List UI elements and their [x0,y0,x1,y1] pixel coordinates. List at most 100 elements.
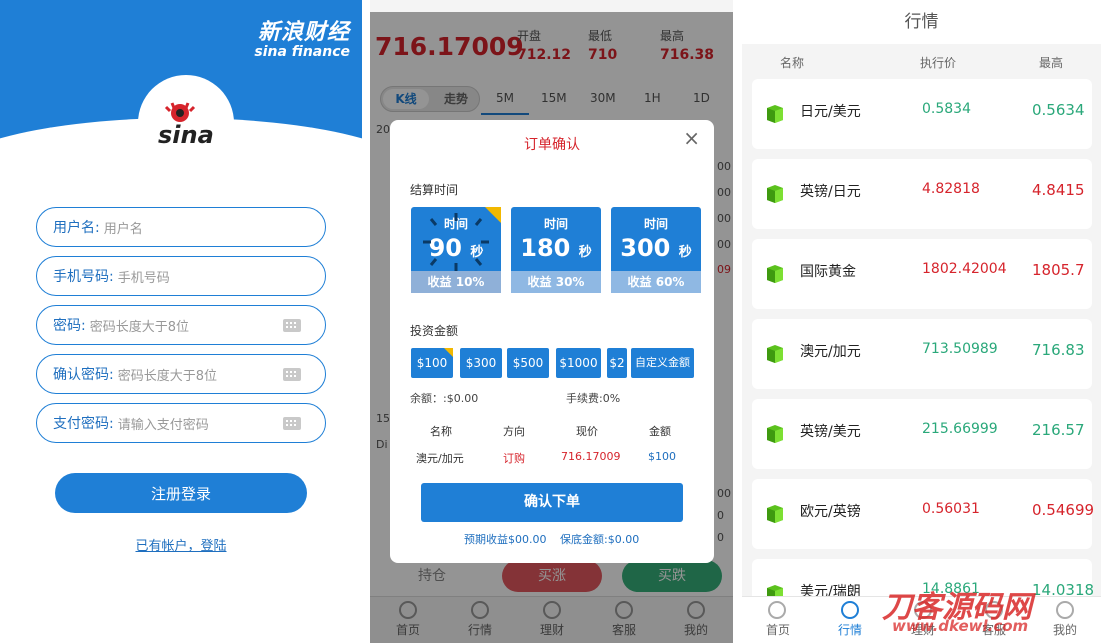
sina-logo-text: sina [158,121,214,149]
instrument-name: 英镑/美元 [800,424,861,440]
market-row[interactable]: 英镑/美元 215.66999 216.57 [752,399,1092,469]
exec-price: 0.5834 [922,101,971,117]
password-field[interactable]: 密码: 密码长度大于8位 [36,305,326,345]
fee-text: 手续费:0% [566,392,621,405]
register-button[interactable]: 注册登录 [55,473,307,513]
screenshot-root: 新浪财经 sina finance sina 用户名: 用户名 手机号码: 手机… [0,0,1101,643]
margin-amount: 保底金额:$0.00 [560,533,640,546]
field-label: 手机号码: [53,269,114,285]
high-price: 0.54699 [1032,501,1095,519]
order-confirm-modal: 订单确认 × 结算时间 时间 90 秒 收益 10% 时间 180 秒 收益 3… [390,120,714,563]
amount-label: $100 [416,356,448,370]
field-label: 支付密码: [53,416,114,432]
instrument-icon [767,185,783,203]
amount-500[interactable]: $500 [507,348,549,378]
balance-text: 余额：:$0.00 [410,392,479,405]
tab-me[interactable]: 我的 [1053,621,1077,638]
order-amount: $100 [648,450,676,463]
user-icon[interactable] [1056,601,1074,619]
selected-check-icon [485,207,501,223]
high-price: 1805.7 [1032,261,1085,279]
username-field[interactable]: 用户名: 用户名 [36,207,326,247]
amount-100[interactable]: $100 [411,348,453,378]
confirm-password-field[interactable]: 确认密码: 密码长度大于8位 [36,354,326,394]
exec-price: 4.82818 [922,181,980,197]
instrument-icon [767,505,783,523]
amount-1000[interactable]: $1000 [556,348,601,378]
instrument-icon [767,425,783,443]
keyboard-icon[interactable] [283,368,301,381]
field-label: 密码: [53,318,86,334]
col-amount: 金额 [649,425,671,438]
time-seconds: 300 [620,234,671,262]
time-option-300[interactable]: 时间 300 秒 收益 60% [611,207,701,293]
selected-check-icon [444,348,453,357]
amount-2000[interactable]: $2 [607,348,627,378]
market-row[interactable]: 国际黄金 1802.42004 1805.7 [752,239,1092,309]
col-direction: 方向 [503,425,525,438]
time-value: 180 秒 [511,234,601,262]
status-strip [370,0,733,12]
time-head: 时间 [643,217,668,231]
order-symbol: 澳元/加元 [416,452,464,465]
chart-icon[interactable] [841,601,859,619]
col-high: 最高 [1039,56,1064,70]
order-direction: 订购 [503,452,525,465]
settle-time-label: 结算时间 [410,183,459,197]
field-placeholder: 密码长度大于8位 [117,368,217,384]
instrument-icon [767,105,783,123]
time-option-180[interactable]: 时间 180 秒 收益 30% [511,207,601,293]
time-unit: 秒 [578,245,592,260]
field-placeholder: 用户名 [103,221,143,237]
order-price: 716.17009 [561,450,621,463]
time-profit: 收益 30% [511,271,601,293]
col-exec-price: 执行价 [920,56,957,70]
tab-home[interactable]: 首页 [766,621,790,638]
custom-amount-button[interactable]: 自定义金额 [631,348,694,378]
home-icon[interactable] [768,601,786,619]
high-price: 216.57 [1032,421,1085,439]
register-screen: 新浪财经 sina finance sina 用户名: 用户名 手机号码: 手机… [0,0,362,643]
brand-logo: 新浪财经 sina finance [254,14,350,60]
col-name: 名称 [430,425,452,438]
field-placeholder: 密码长度大于8位 [89,319,189,335]
high-price: 4.8415 [1032,181,1085,199]
keyboard-icon[interactable] [283,417,301,430]
expected-profit: 预期收益$00.00 [464,533,547,546]
market-row[interactable]: 日元/美元 0.5834 0.5634 [752,79,1092,149]
instrument-name: 欧元/英镑 [800,504,861,520]
sina-logo-badge: sina [138,75,234,171]
market-row[interactable]: 英镑/日元 4.82818 4.8415 [752,159,1092,229]
phone-field[interactable]: 手机号码: 手机号码 [36,256,326,296]
amount-300[interactable]: $300 [460,348,502,378]
watermark-url: www.dkewl.com [892,617,1029,635]
high-price: 716.83 [1032,341,1085,359]
exec-price: 215.66999 [922,421,998,437]
instrument-name: 澳元/加元 [800,344,861,360]
market-row[interactable]: 欧元/英镑 0.56031 0.54699 [752,479,1095,549]
exec-price: 0.56031 [922,501,980,517]
close-icon[interactable]: × [683,126,700,150]
time-option-90[interactable]: 时间 90 秒 收益 10% [411,207,501,293]
high-price: 0.5634 [1032,101,1085,119]
time-head: 时间 [543,217,568,231]
keyboard-icon[interactable] [283,319,301,332]
time-value: 300 秒 [611,234,701,262]
brand-name-cn: 新浪财经 [257,20,350,45]
col-price: 现价 [576,425,598,438]
time-unit: 秒 [678,245,692,260]
modal-title: 订单确认 [524,137,580,153]
time-profit: 收益 60% [611,271,701,293]
field-label: 用户名: [53,220,100,236]
trade-screen: 716.17009 开盘 712.12 最低 710 最高 716.38 K线 走势 … [370,0,733,643]
tab-market[interactable]: 行情 [838,621,862,638]
exec-price: 1802.42004 [922,261,1007,277]
instrument-name: 英镑/日元 [800,184,861,200]
market-row[interactable]: 澳元/加元 713.50989 716.83 [752,319,1092,389]
login-link[interactable]: 已有帐户，登陆 [0,535,362,554]
instrument-name: 日元/美元 [800,104,861,120]
page-title: 行情 [742,0,1101,44]
field-label: 确认密码: [53,367,114,383]
confirm-order-button[interactable]: 确认下单 [421,483,683,522]
pay-password-field[interactable]: 支付密码: 请输入支付密码 [36,403,326,443]
